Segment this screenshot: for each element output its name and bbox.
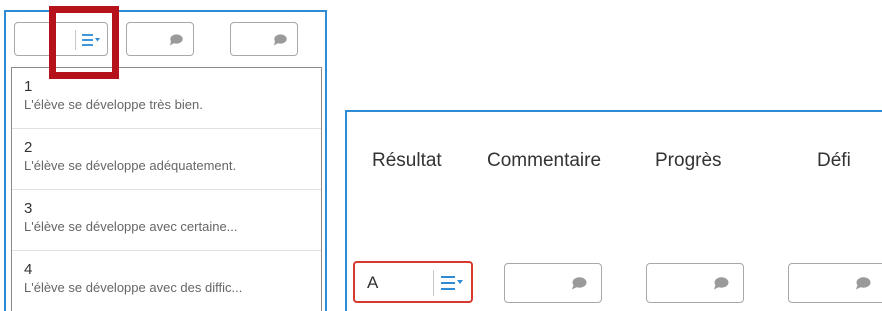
progress-field[interactable] (646, 263, 744, 303)
speech-bubble-icon (714, 277, 729, 290)
grading-controls-row (6, 12, 325, 62)
challenge-field[interactable] (788, 263, 882, 303)
list-dropdown-icon (82, 34, 100, 46)
option-description: L'élève se développe avec des diffic... (24, 280, 243, 295)
result-menu-button[interactable] (440, 273, 464, 293)
result-field[interactable]: A (353, 261, 473, 303)
column-header-challenge: Défi (817, 150, 851, 171)
option-description: L'élève se développe très bien. (24, 97, 203, 112)
option-number: 3 (24, 200, 33, 217)
option-description: L'élève se développe adéquatement. (24, 158, 237, 173)
comment-field[interactable] (126, 22, 194, 56)
grading-table: Résultat Commentaire Progrès Défi A (345, 110, 882, 311)
result-options-dropdown: 1 L'élève se développe très bien. 2 L'él… (11, 67, 322, 311)
speech-bubble-icon (572, 277, 587, 290)
comment-field[interactable] (504, 263, 602, 303)
dropdown-option-3[interactable]: 3 L'élève se développe avec certaine... (12, 190, 321, 251)
result-separator (75, 30, 76, 50)
speech-bubble-icon (170, 34, 183, 46)
option-description: L'élève se développe avec certaine... (24, 219, 238, 234)
option-number: 4 (24, 261, 33, 278)
column-header-progress: Progrès (655, 150, 722, 171)
column-header-comment: Commentaire (487, 150, 602, 171)
dropdown-option-4[interactable]: 4 L'élève se développe avec des diffic..… (12, 251, 321, 311)
speech-bubble-icon (856, 277, 871, 290)
result-separator (433, 270, 434, 296)
dropdown-option-1[interactable]: 1 L'élève se développe très bien. (12, 68, 321, 129)
result-field[interactable] (14, 22, 108, 56)
progress-comment-field[interactable] (230, 22, 298, 56)
list-dropdown-icon (441, 276, 463, 290)
result-value: A (367, 273, 379, 292)
dropdown-option-2[interactable]: 2 L'élève se développe adéquatement. (12, 129, 321, 190)
grading-cell-expanded: 1 L'élève se développe très bien. 2 L'él… (4, 10, 327, 311)
option-number: 2 (24, 139, 33, 156)
column-header-result: Résultat (372, 150, 442, 171)
option-number: 1 (24, 78, 33, 95)
result-menu-button[interactable] (81, 31, 101, 49)
speech-bubble-icon (274, 34, 287, 46)
